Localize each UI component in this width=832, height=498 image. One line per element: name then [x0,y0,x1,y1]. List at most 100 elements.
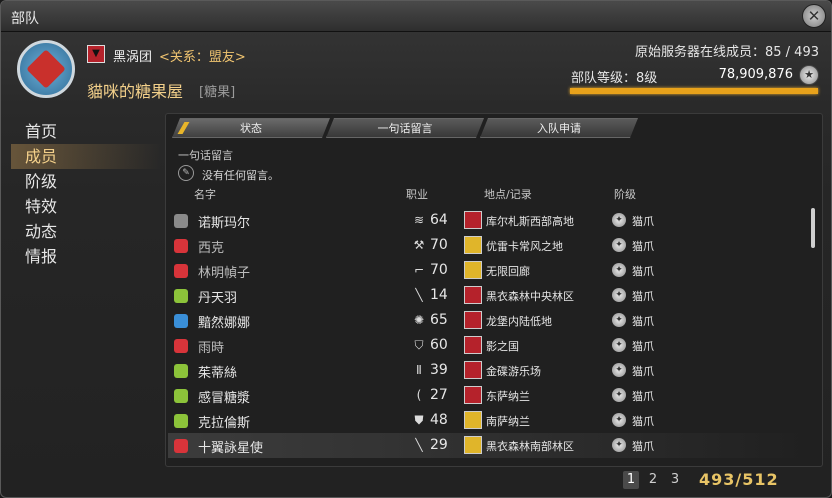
free-company-window: 部队 ✕ ▼ 黑涡团 <关系：盟友> 貓咪的糖果屋 [糖果] 原始服务器在线成员… [0,0,832,498]
rank-icon: ✦ [612,263,626,277]
member-row[interactable]: 茱蒂絲 Ⅱ 39 金碟游乐场 ✦ 猫爪 [168,358,808,383]
grand-company-icon [464,286,482,304]
member-status-icon [174,214,188,228]
member-name: 克拉倫斯 [198,416,251,431]
rank-icon: ✦ [612,413,626,427]
active-tab-indicator [178,122,190,134]
astrologian-icon: ✺ [413,313,425,327]
member-rank: 猫爪 [632,215,654,228]
member-location: 库尔札斯西部高地 [486,215,574,228]
close-icon[interactable]: ✕ [802,4,826,28]
note-label: 一句话留言 [178,149,233,162]
monk-icon: Ⅱ [416,363,422,377]
note-text: 没有任何留言。 [202,169,279,182]
member-row[interactable]: 感冒糖漿 (27 东萨纳兰 ✦ 猫爪 [168,383,808,408]
relation-label: <关系：盟友> [159,50,246,65]
knight-icon: ⛊ [414,413,424,427]
member-rank: 猫爪 [632,240,654,253]
sidebar-item[interactable]: 阶级 [11,169,161,194]
fc-header: ▼ 黑涡团 <关系：盟友> 貓咪的糖果屋 [糖果] 原始服务器在线成员：85 /… [1,32,831,106]
online-members: 原始服务器在线成员：85 / 493 [635,45,819,60]
member-status-icon [174,239,188,253]
scrollbar-thumb[interactable] [811,208,815,248]
tab-label: 状态 [240,122,262,135]
member-status-icon [174,339,188,353]
member-list: 诺斯玛尔 ≋ 64 库尔札斯西部高地 ✦ 猫爪 西克 ⚒ 70 优雷卡常风之地 ✦ 猫爪 林明幀子 ⌐ 70… [168,208,808,458]
member-rank: 猫爪 [632,290,654,303]
column-header-name[interactable]: 名字 [194,186,216,202]
member-level: 48 [430,412,448,428]
member-location: 金碟游乐场 [486,365,541,378]
rank-icon: ✦ [612,213,626,227]
page-button[interactable]: 3 [667,471,683,489]
grand-company-icon [464,311,482,329]
rank-icon: ✦ [612,338,626,352]
rank-icon: ✦ [612,363,626,377]
member-level: 14 [430,287,448,303]
member-row[interactable]: 丹天羽 ╲ 14 黑衣森林中央林区 ✦ 猫爪 [168,283,808,308]
grand-company-name: 黑涡团 [113,50,153,65]
column-header-rank[interactable]: 阶级 [614,186,636,202]
sidebar-item[interactable]: 动态 [11,219,161,244]
sidebar-item[interactable]: 首页 [11,119,161,144]
member-name: 诺斯玛尔 [198,216,251,231]
member-level: 65 [430,312,448,328]
page-button[interactable]: 2 [645,471,661,489]
sidebar-nav: 首页 成员 阶级 特效 动态 情报 [11,119,161,269]
member-count: 493/512 [699,470,779,489]
member-location: 南萨纳兰 [486,415,530,428]
member-name: 林明幀子 [198,266,251,281]
edit-note-icon[interactable]: ✎ [178,165,194,181]
member-location: 东萨纳兰 [486,390,530,403]
member-row[interactable]: 西克 ⚒ 70 优雷卡常风之地 ✦ 猫爪 [168,233,808,258]
column-header-location[interactable]: 地点/记录 [484,186,532,202]
grand-company-icon [464,336,482,354]
page-button[interactable]: 1 [623,471,639,489]
company-credits: 78,909,876 [718,67,793,82]
tab[interactable]: 入队申请 [480,118,638,138]
rank-progress-bar [570,88,818,94]
sidebar-item[interactable]: 特效 [11,194,161,219]
member-level: 70 [430,237,448,253]
tab[interactable]: 状态 [172,118,330,138]
member-status-icon [174,264,188,278]
grand-company-icon [464,386,482,404]
tab-label: 入队申请 [537,122,581,135]
member-status-icon [174,414,188,428]
member-row[interactable]: 林明幀子 ⌐ 70 无限回廊 ✦ 猫爪 [168,258,808,283]
member-row[interactable]: 雨時 ⛉ 60 影之国 ✦ 猫爪 [168,333,808,358]
tab[interactable]: 一句话留言 [326,118,484,138]
member-location: 黑衣森林中央林区 [486,290,574,303]
title-bar[interactable]: 部队 ✕ [1,1,831,32]
member-name: 丹天羽 [198,291,238,306]
dragoon-icon: ╲ [415,288,423,302]
member-row[interactable]: 黯然娜娜 ✺ 65 龙堡内陆低地 ✦ 猫爪 [168,308,808,333]
member-row[interactable]: 诺斯玛尔 ≋ 64 库尔札斯西部高地 ✦ 猫爪 [168,208,808,233]
grand-company-icon [464,411,482,429]
fc-name: 貓咪的糖果屋 [87,82,184,101]
member-name: 十翼詠星使 [198,441,264,456]
member-rank: 猫爪 [632,440,654,453]
grand-company-icon [464,361,482,379]
rank-icon: ✦ [612,388,626,402]
bard-icon: ≋ [413,213,425,227]
member-row[interactable]: 克拉倫斯 ⛊ 48 南萨纳兰 ✦ 猫爪 [168,408,808,433]
member-level: 60 [430,337,448,353]
member-location: 无限回廊 [486,265,530,278]
member-name: 西克 [198,241,225,256]
column-header-job[interactable]: 职业 [406,186,428,202]
member-status-icon [174,389,188,403]
member-status-icon [174,314,188,328]
member-location: 黑衣森林南部林区 [486,440,574,453]
member-level: 64 [430,212,448,228]
member-row[interactable]: 十翼詠星使 ╲ 29 黑衣森林南部林区 ✦ 猫爪 [168,433,808,458]
member-rank: 猫爪 [632,390,654,403]
sidebar-item[interactable]: 情报 [11,244,161,269]
member-rank: 猫爪 [632,340,654,353]
member-level: 39 [430,362,448,378]
grand-company-icon [464,211,482,229]
member-rank: 猫爪 [632,365,654,378]
fc-rank: 部队等级：8级 [571,71,658,86]
member-rank: 猫爪 [632,315,654,328]
sidebar-item[interactable]: 成员 [11,144,161,169]
